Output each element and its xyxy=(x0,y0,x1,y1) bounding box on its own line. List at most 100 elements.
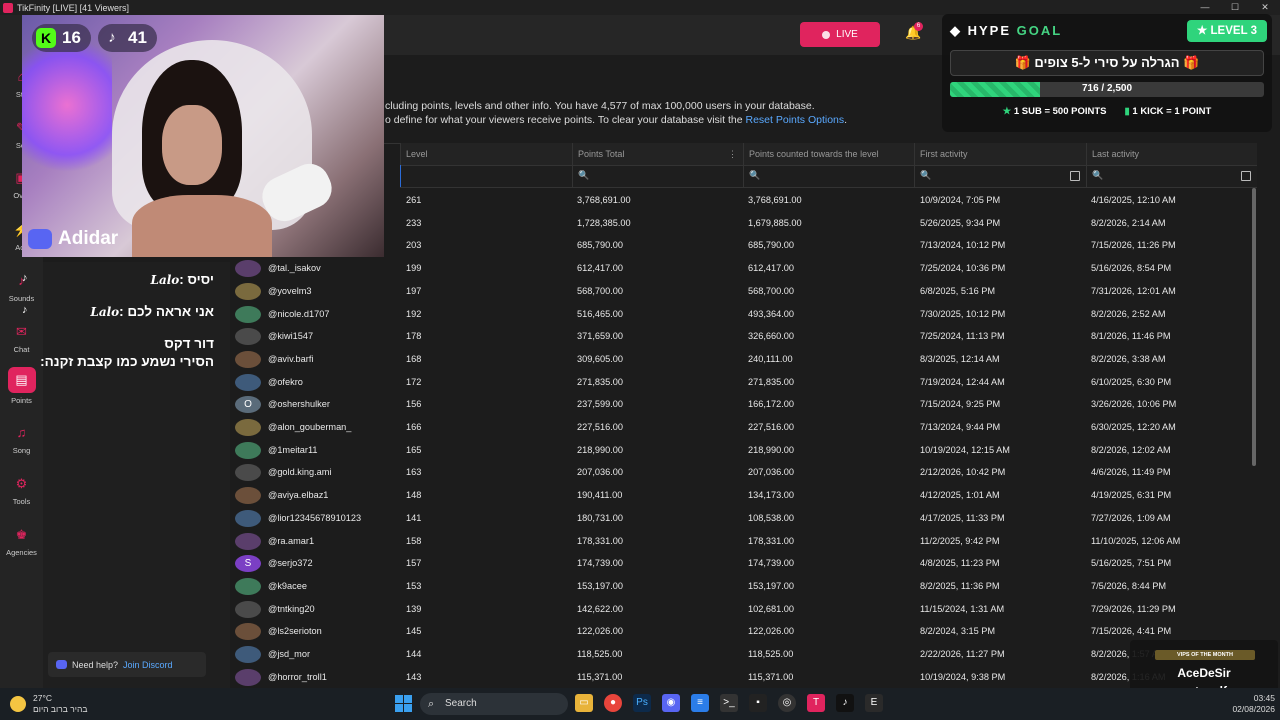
last-activity-cell: 7/5/2026, 8:44 PM xyxy=(1091,580,1167,591)
notepad-icon[interactable]: ≡ xyxy=(691,694,709,712)
first-activity-cell: 7/13/2024, 9:44 PM xyxy=(920,422,1001,432)
kick-icon: ▮ xyxy=(1124,106,1130,117)
last-activity-cell: 7/29/2026, 11:29 PM xyxy=(1091,603,1176,614)
close-button[interactable]: ✕ xyxy=(1250,0,1280,15)
first-activity-cell: 8/2/2024, 3:15 PM xyxy=(920,626,996,637)
points-counted-cell: 568,700.00 xyxy=(748,285,794,296)
windows-start-button[interactable] xyxy=(395,695,412,712)
table-row[interactable]: 233 1,728,385.00 1,679,885.00 5/26/2025, 9:… xyxy=(230,212,1257,235)
table-row[interactable]: @gold.king.ami 163 207,036.00 207,036.00 2/1… xyxy=(230,461,1257,484)
column-header-level[interactable]: Level xyxy=(400,143,572,165)
last-activity-cell: 8/2/2026, 3:38 AM xyxy=(1091,353,1166,364)
points-total-cell: 207,036.00 xyxy=(577,467,623,478)
level-cell: 163 xyxy=(406,467,422,478)
avatar: S xyxy=(235,555,261,573)
tools-icon: ⚙ xyxy=(15,476,28,491)
table-scrollbar[interactable] xyxy=(1252,188,1256,466)
sidebar-item-points[interactable]: ▤ Points xyxy=(0,367,43,405)
table-row[interactable]: 261 3,768,691.00 3,768,691.00 10/9/2024, 7:… xyxy=(230,189,1257,212)
app-icon[interactable]: ▪ xyxy=(749,694,767,712)
points-counted-cell: 326,660.00 xyxy=(748,331,794,342)
column-header-points-counted[interactable]: Points counted towards the level xyxy=(743,143,914,165)
table-row[interactable]: @tal._isakov 199 612,417.00 612,417.00 7/25/… xyxy=(230,257,1257,280)
table-row[interactable]: 203 685,790.00 685,790.00 7/13/2024, 10:12 … xyxy=(230,234,1257,257)
avatar xyxy=(235,305,261,323)
minimize-button[interactable]: — xyxy=(1190,0,1220,15)
points-total-cell: 685,790.00 xyxy=(577,240,623,251)
table-row[interactable]: S @serjo372 157 174,739.00 174,739.00 4/8/202… xyxy=(230,552,1257,575)
first-activity-cell: 10/19/2024, 12:15 AM xyxy=(920,444,1010,455)
column-menu-icon[interactable]: ⋮ xyxy=(728,143,737,165)
notification-badge: 6 xyxy=(914,22,923,31)
discord-icon[interactable]: ◉ xyxy=(662,694,680,712)
table-row[interactable]: @k9acee 153 153,197.00 153,197.00 8/2/2025, … xyxy=(230,575,1257,598)
first-activity-cell: 7/19/2024, 12:44 AM xyxy=(920,376,1005,387)
calendar-icon[interactable] xyxy=(1241,171,1251,181)
taskbar-search[interactable]: ⌕ Search xyxy=(420,693,568,715)
live-button[interactable]: LIVE xyxy=(800,22,880,47)
first-activity-cell: 11/15/2024, 1:31 AM xyxy=(920,603,1005,614)
calendar-icon[interactable] xyxy=(1070,171,1080,181)
level-cell: 192 xyxy=(406,308,422,319)
sidebar-item-agencies[interactable]: ♚ Agencies xyxy=(0,525,43,557)
first-activity-cell: 10/9/2024, 7:05 PM xyxy=(920,195,1001,205)
points-counted-cell: 3,768,691.00 xyxy=(748,195,802,205)
last-activity-filter-input[interactable]: 🔍 xyxy=(1086,165,1257,188)
chrome-icon[interactable]: ● xyxy=(604,694,622,712)
join-discord-link[interactable]: Join Discord xyxy=(123,660,173,670)
table-row[interactable]: @ofekro 172 271,835.00 271,835.00 7/19/2024,… xyxy=(230,371,1257,394)
first-activity-cell: 7/13/2024, 10:12 PM xyxy=(920,240,1006,251)
points-counted-cell: 115,371.00 xyxy=(748,671,794,682)
table-row[interactable]: @alon_gouberman_ 166 227,516.00 227,516.00 7… xyxy=(230,416,1257,439)
file-explorer-icon[interactable]: ▭ xyxy=(575,694,593,712)
points-total-filter-input[interactable]: 🔍 xyxy=(572,165,743,188)
table-row[interactable]: @aviv.barfi 168 309,605.00 240,111.00 8/3/20… xyxy=(230,348,1257,371)
points-total-cell: 115,371.00 xyxy=(577,671,623,682)
column-header-points-total[interactable]: Points Total ⋮ xyxy=(572,143,743,165)
points-total-cell: 1,728,385.00 xyxy=(577,217,631,228)
table-row[interactable]: @nicole.d1707 192 516,465.00 493,364.00 7/30… xyxy=(230,303,1257,326)
table-row[interactable]: @1meitar11 165 218,990.00 218,990.00 10/19/2… xyxy=(230,439,1257,462)
avatar xyxy=(235,464,261,482)
maximize-button[interactable]: ☐ xyxy=(1220,0,1250,15)
tikfinity-icon[interactable]: T xyxy=(807,694,825,712)
table-row[interactable]: @aviya.elbaz1 148 190,411.00 134,173.00 4/12… xyxy=(230,484,1257,507)
column-header-first-activity[interactable]: First activity xyxy=(914,143,1086,165)
obs-icon[interactable]: ◎ xyxy=(778,694,796,712)
points-total-cell: 309,605.00 xyxy=(577,353,623,364)
reset-points-options-link[interactable]: Reset Points Options xyxy=(746,114,845,126)
first-activity-cell: 4/17/2025, 11:33 PM xyxy=(920,512,1005,523)
first-activity-filter-input[interactable]: 🔍 xyxy=(914,165,1086,188)
first-activity-cell: 4/8/2025, 11:23 PM xyxy=(920,558,1000,569)
avatar xyxy=(235,282,261,300)
sidebar-item-song[interactable]: ♫ Song xyxy=(0,423,43,455)
table-row[interactable]: @kiwi1547 178 371,659.00 326,660.00 7/25/202… xyxy=(230,325,1257,348)
search-icon: ⌕ xyxy=(428,698,435,710)
photoshop-icon[interactable]: Ps xyxy=(633,694,651,712)
search-icon: 🔍 xyxy=(749,170,761,180)
column-header-last-activity[interactable]: Last activity xyxy=(1086,143,1257,165)
points-counted-filter-input[interactable]: 🔍 xyxy=(743,165,914,188)
table-row[interactable]: @tntking20 139 142,622.00 102,681.00 11/15/2… xyxy=(230,598,1257,621)
tiktok-icon[interactable]: ♪ xyxy=(836,694,854,712)
terminal-icon[interactable]: >_ xyxy=(720,694,738,712)
discord-icon xyxy=(56,660,67,669)
level-cell: 197 xyxy=(406,285,422,296)
sidebar-item-tools[interactable]: ⚙ Tools xyxy=(0,474,43,506)
table-row[interactable]: @ls2serioton 145 122,026.00 122,026.00 8/2/2… xyxy=(230,620,1257,643)
table-row[interactable]: @yovelm3 197 568,700.00 568,700.00 6/8/2025,… xyxy=(230,280,1257,303)
points-counted-cell: 1,679,885.00 xyxy=(748,217,802,228)
last-activity-cell: 7/15/2026, 11:26 PM xyxy=(1091,240,1176,251)
points-total-cell: 122,026.00 xyxy=(577,626,623,637)
table-row[interactable]: @lior12345678910123 141 180,731.00 108,538.… xyxy=(230,507,1257,530)
level-filter-input[interactable] xyxy=(400,165,572,188)
table-row[interactable]: O @oshershulker 156 237,599.00 166,172.00 7/1… xyxy=(230,393,1257,416)
table-row[interactable]: @horror_troll1 143 115,371.00 115,371.00 10/… xyxy=(230,666,1257,689)
table-row[interactable]: @jsd_mor 144 118,525.00 118,525.00 2/22/2026… xyxy=(230,643,1257,666)
avatar xyxy=(235,646,261,663)
taskbar-clock[interactable]: 03:45 02/08/2026 xyxy=(1215,693,1275,715)
epic-games-icon[interactable]: E xyxy=(865,694,883,712)
table-row[interactable]: @ra.amar1 158 178,331.00 178,331.00 11/2/202… xyxy=(230,530,1257,553)
level-cell: 144 xyxy=(406,649,422,659)
points-total-cell: 3,768,691.00 xyxy=(577,195,631,205)
